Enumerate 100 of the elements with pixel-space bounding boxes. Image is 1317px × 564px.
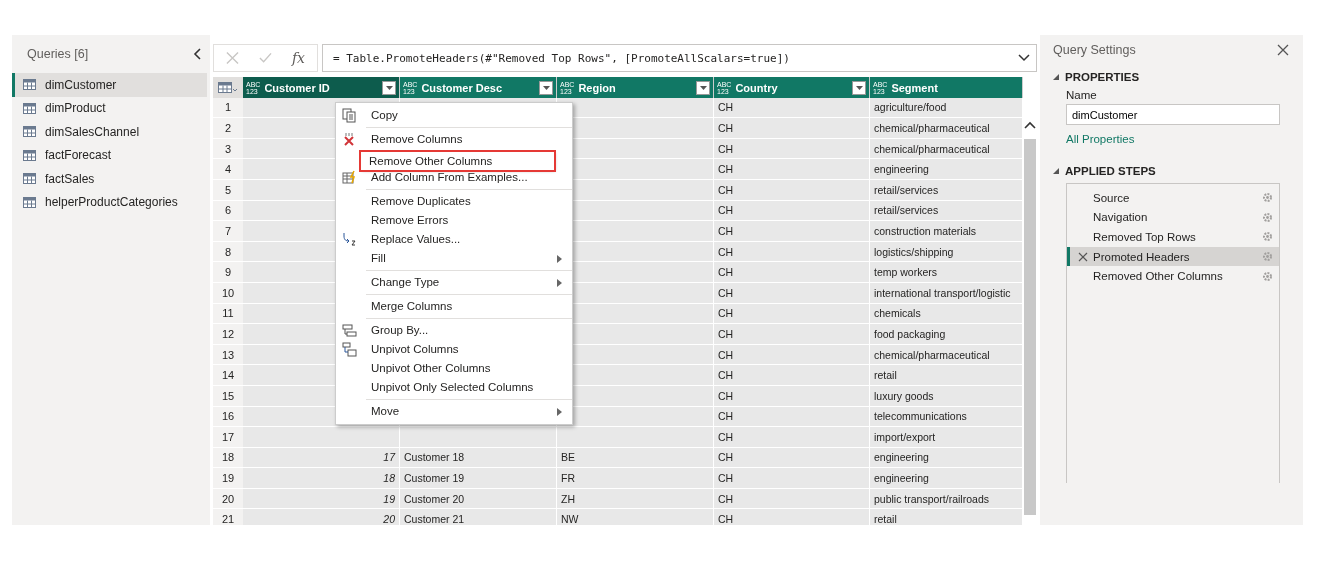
menu-item[interactable]: Merge Columns	[336, 297, 572, 321]
menu-item[interactable]: Group By...	[336, 321, 572, 340]
close-icon[interactable]	[1277, 44, 1289, 56]
unpivot-icon	[342, 342, 357, 357]
row-number: 12	[213, 324, 243, 345]
check-icon[interactable]	[258, 51, 272, 65]
row-number: 2	[213, 118, 243, 139]
table-cell: CH	[714, 118, 870, 139]
table-icon	[23, 173, 36, 185]
table-cell: 18	[243, 468, 400, 489]
menu-item[interactable]: Unpivot Columns	[336, 340, 572, 359]
table-cell: logistics/shipping	[870, 241, 1023, 263]
step-item[interactable]: Navigation	[1067, 207, 1279, 228]
delete-icon[interactable]	[1078, 251, 1088, 262]
menu-item[interactable]: Remove Columns	[336, 130, 572, 149]
table-cell: retail	[870, 509, 1023, 525]
row-number: 11	[213, 303, 243, 325]
table-cell: engineering	[870, 159, 1023, 180]
row-number: 13	[213, 344, 243, 366]
table-lightning-icon	[342, 170, 357, 185]
filter-button[interactable]	[382, 80, 396, 95]
table-cell: Customer 20	[400, 488, 557, 510]
chevron-up-icon[interactable]	[1024, 121, 1036, 129]
table-cell: chemical/pharmaceutical	[870, 344, 1023, 366]
menu-item[interactable]: Replace Values...	[336, 230, 572, 249]
table-menu-button[interactable]	[213, 77, 243, 101]
all-properties-link[interactable]: All Properties	[1066, 133, 1289, 145]
table-cell: chemical/pharmaceutical	[870, 138, 1023, 160]
table-cell: 20	[243, 509, 400, 525]
table-icon	[23, 102, 36, 114]
menu-item[interactable]: Unpivot Other Columns	[336, 359, 572, 378]
expanded-triangle-icon[interactable]	[1053, 168, 1059, 174]
copy-icon	[342, 108, 357, 123]
table-cell: CH	[714, 344, 870, 366]
menu-item[interactable]: Move	[336, 402, 572, 421]
step-item[interactable]: Removed Top Rows	[1067, 227, 1279, 247]
table-cell: luxury goods	[870, 385, 1023, 407]
table-cell: CH	[714, 303, 870, 325]
filter-button[interactable]	[696, 80, 710, 95]
expanded-triangle-icon[interactable]	[1053, 74, 1059, 80]
table-cell: public transport/railroads	[870, 488, 1023, 510]
chevron-down-icon[interactable]	[1018, 54, 1030, 62]
caret-down-icon[interactable]	[699, 85, 707, 90]
step-item[interactable]: Source	[1067, 188, 1279, 208]
table-cell: CH	[714, 97, 870, 119]
table-cell: chemical/pharmaceutical	[870, 118, 1023, 139]
table-cell: retail/services	[870, 179, 1023, 201]
menu-item[interactable]: Add Column From Examples...	[336, 168, 572, 192]
table-cell: CH	[714, 447, 870, 469]
queries-title: Queries [6]	[27, 47, 89, 61]
row-number: 19	[213, 468, 243, 489]
row-number: 1	[213, 97, 243, 119]
query-item[interactable]: dimCustomer	[12, 73, 207, 97]
table-cell: retail/services	[870, 200, 1023, 222]
group-icon	[342, 323, 357, 338]
formula-field[interactable]: = Table.PromoteHeaders(#"Removed Top Rows", [PromoteAllScalars=true])	[322, 44, 1037, 72]
caret-down-icon[interactable]	[542, 85, 550, 90]
table-cell: CH	[714, 138, 870, 160]
query-item[interactable]: factSales	[12, 167, 207, 191]
query-item[interactable]: factForecast	[12, 143, 207, 167]
menu-item[interactable]: Copy	[336, 106, 572, 130]
table-cell: CH	[714, 365, 870, 386]
menu-item[interactable]: Change Type	[336, 273, 572, 297]
table-cell: Customer 21	[400, 509, 557, 525]
name-field[interactable]: dimCustomer	[1066, 104, 1280, 125]
table-cell: 17	[243, 447, 400, 469]
table-cell: CH	[714, 179, 870, 201]
table-icon	[23, 126, 36, 138]
table-cell: agriculture/food	[870, 97, 1023, 119]
menu-item[interactable]: Unpivot Only Selected Columns	[336, 378, 572, 402]
caret-down-icon[interactable]	[855, 85, 863, 90]
table-cell: FR	[557, 468, 714, 489]
menu-item[interactable]: Remove Duplicates	[336, 192, 572, 211]
table-cell: CH	[714, 262, 870, 283]
table-cell: NW	[557, 509, 714, 525]
table-icon	[23, 79, 36, 91]
row-number: 4	[213, 159, 243, 180]
filter-button[interactable]	[539, 80, 553, 95]
table-cell: Customer 18	[400, 447, 557, 469]
row-number: 15	[213, 385, 243, 407]
table-cell: CH	[714, 324, 870, 345]
menu-item[interactable]: Remove Errors	[336, 211, 572, 230]
function-button[interactable]: fx	[291, 50, 305, 66]
menu-item[interactable]: Fill	[336, 249, 572, 273]
row-number: 5	[213, 179, 243, 201]
row-number: 10	[213, 282, 243, 304]
table-icon[interactable]	[218, 82, 238, 93]
caret-down-icon[interactable]	[385, 85, 393, 90]
row-number: 9	[213, 262, 243, 283]
collapse-icon[interactable]	[193, 48, 201, 60]
table-cell: CH	[714, 221, 870, 242]
table-icon	[23, 149, 36, 161]
filter-button[interactable]	[852, 80, 866, 95]
query-item[interactable]: dimSalesChannel	[12, 120, 207, 144]
table-cell: 19	[243, 488, 400, 510]
step-item[interactable]: Promoted Headers	[1067, 246, 1279, 267]
step-item[interactable]: Removed Other Columns	[1067, 266, 1279, 286]
row-number: 8	[213, 241, 243, 263]
query-item[interactable]: helperProductCategories	[12, 190, 207, 214]
query-item[interactable]: dimProduct	[12, 96, 207, 120]
